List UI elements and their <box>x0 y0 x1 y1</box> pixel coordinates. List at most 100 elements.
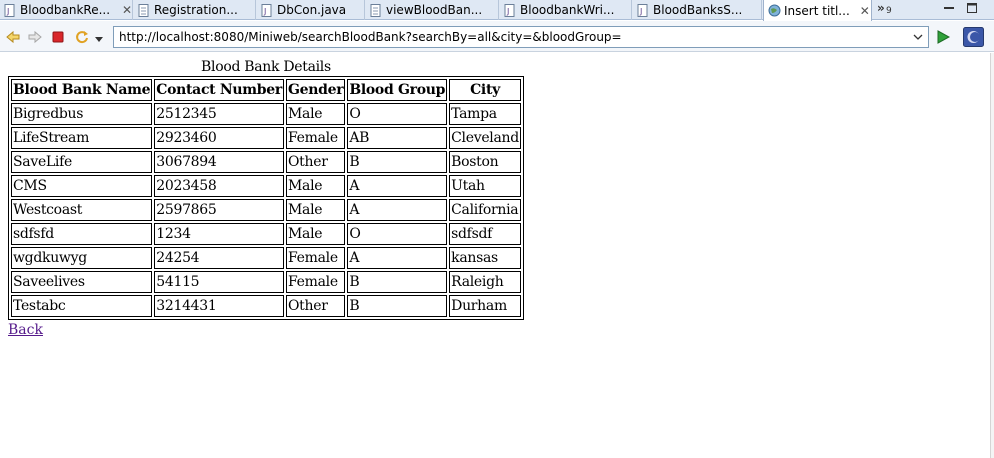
table-cell: Male <box>285 223 346 245</box>
column-header: Blood Group <box>347 79 448 101</box>
table-cell: AB <box>347 127 448 149</box>
browser-toolbar: http://localhost:8080/Miniweb/searchBloo… <box>0 21 994 52</box>
java-file-icon: J <box>261 3 273 17</box>
table-cell: 54115 <box>154 271 284 293</box>
svg-text:J: J <box>639 7 642 16</box>
column-header: Gender <box>285 79 346 101</box>
table-cell: LifeStream <box>11 127 153 149</box>
table-cell: kansas <box>449 247 521 269</box>
table-cell: Male <box>285 199 346 221</box>
globe-icon <box>768 4 781 17</box>
table-cell: 2597865 <box>154 199 284 221</box>
table-cell: Raleigh <box>449 271 521 293</box>
table-cell: wgdkuwyg <box>11 247 153 269</box>
tab-overflow-chevron-icon[interactable]: » <box>877 1 885 15</box>
stop-icon[interactable] <box>50 29 66 45</box>
refresh-icon[interactable] <box>74 29 90 45</box>
table-cell: B <box>347 295 448 317</box>
table-cell: Testabc <box>11 295 153 317</box>
table-cell: 2923460 <box>154 127 284 149</box>
blood-bank-table: Blood Bank Details Blood Bank Name Conta… <box>8 59 524 320</box>
tab-overflow-count: 9 <box>886 6 892 16</box>
table-cell: Other <box>285 295 346 317</box>
table-cell: 2512345 <box>154 103 284 125</box>
minimize-icon[interactable] <box>943 2 955 14</box>
table-row: Westcoast 2597865 Male A California <box>11 199 521 221</box>
document-icon <box>138 3 150 17</box>
table-caption: Blood Bank Details <box>201 59 331 75</box>
table-row: Saveelives 54115 Female B Raleigh <box>11 271 521 293</box>
java-file-icon: J <box>4 3 16 17</box>
table-cell: sdfsfd <box>11 223 153 245</box>
table-cell: A <box>347 247 448 269</box>
table-cell: Bigredbus <box>11 103 153 125</box>
table-cell: B <box>347 271 448 293</box>
table-cell: Female <box>285 127 346 149</box>
editor-tab-strip: J BloodbankRe... ✕ Registration... J DbC… <box>0 0 994 21</box>
table-cell: Female <box>285 271 346 293</box>
column-header: Contact Number <box>154 79 284 101</box>
table-cell: Boston <box>449 151 521 173</box>
close-icon[interactable]: ✕ <box>122 3 132 17</box>
table-cell: Male <box>285 175 346 197</box>
table-cell: O <box>347 223 448 245</box>
table-cell: 3214431 <box>154 295 284 317</box>
column-header: Blood Bank Name <box>11 79 153 101</box>
table-cell: O <box>347 103 448 125</box>
column-header: City <box>449 79 521 101</box>
chevron-down-icon[interactable] <box>95 32 103 42</box>
svg-text:J: J <box>6 7 9 16</box>
go-play-icon[interactable] <box>936 30 951 44</box>
tab-bloodbankwri[interactable]: J BloodbankWri... <box>500 0 632 20</box>
table-header-row: Blood Bank Name Contact Number Gender Bl… <box>11 79 521 101</box>
tab-bloodbankre[interactable]: J BloodbankRe... ✕ <box>0 0 133 20</box>
tab-label: BloodBanksS... <box>653 3 743 17</box>
table-cell: Durham <box>449 295 521 317</box>
tab-label: viewBloodBan... <box>386 3 483 17</box>
tab-label: Insert titl... <box>784 3 850 18</box>
table-cell: CMS <box>11 175 153 197</box>
table-cell: California <box>449 199 521 221</box>
table-row: LifeStream 2923460 Female AB Cleveland <box>11 127 521 149</box>
svg-text:J: J <box>263 7 266 16</box>
url-input[interactable]: http://localhost:8080/Miniweb/searchBloo… <box>113 26 929 48</box>
tab-viewbloodban[interactable]: viewBloodBan... <box>366 0 499 20</box>
svg-text:J: J <box>506 7 509 16</box>
table-cell: Other <box>285 151 346 173</box>
java-file-icon: J <box>637 3 649 17</box>
tab-label: Registration... <box>154 3 238 17</box>
back-link[interactable]: Back <box>8 322 43 338</box>
table-cell: 24254 <box>154 247 284 269</box>
close-icon[interactable]: ✕ <box>860 4 870 18</box>
table-cell: Cleveland <box>449 127 521 149</box>
tab-dbcon[interactable]: J DbCon.java <box>257 0 365 20</box>
maximize-icon[interactable] <box>966 2 978 14</box>
java-file-icon: J <box>504 3 516 17</box>
table-cell: Utah <box>449 175 521 197</box>
table-cell: 1234 <box>154 223 284 245</box>
table-cell: 2023458 <box>154 175 284 197</box>
table-cell: 3067894 <box>154 151 284 173</box>
tab-label: BloodbankWri... <box>520 3 615 17</box>
table-row: Bigredbus 2512345 Male O Tampa <box>11 103 521 125</box>
table-cell: A <box>347 199 448 221</box>
table-cell: A <box>347 175 448 197</box>
table-cell: Saveelives <box>11 271 153 293</box>
tab-bloodbankss[interactable]: J BloodBanksS... <box>633 0 762 20</box>
url-dropdown-chevron-icon[interactable] <box>912 31 924 43</box>
table-cell: B <box>347 151 448 173</box>
table-row: Testabc 3214431 Other B Durham <box>11 295 521 317</box>
tab-label: DbCon.java <box>277 3 347 17</box>
table-row: sdfsfd 1234 Male O sdfsdf <box>11 223 521 245</box>
tab-insert-title[interactable]: Insert titl... ✕ <box>763 0 872 21</box>
tab-registration[interactable]: Registration... <box>134 0 256 20</box>
table-cell: Male <box>285 103 346 125</box>
forward-arrow-icon[interactable] <box>27 29 43 45</box>
table-cell: Tampa <box>449 103 521 125</box>
back-arrow-icon[interactable] <box>5 29 21 45</box>
tab-label: BloodbankRe... <box>20 3 111 17</box>
table-cell: Westcoast <box>11 199 153 221</box>
table-row: SaveLife 3067894 Other B Boston <box>11 151 521 173</box>
table-cell: SaveLife <box>11 151 153 173</box>
eclipse-icon[interactable] <box>963 27 984 47</box>
